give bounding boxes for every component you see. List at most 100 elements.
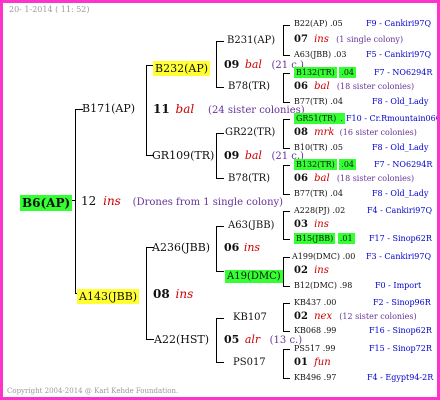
g4-node[interactable]: A228(PJ) .02	[294, 207, 345, 215]
g3-info: 06 bal (18 sister colonies)	[294, 82, 414, 92]
g3-node[interactable]: A63(JBB)	[228, 221, 274, 231]
g4-value: .99	[322, 344, 336, 353]
g4-label: KB437	[294, 298, 322, 307]
g4-right: F16 - Sinop62R	[369, 326, 432, 335]
g2-info: 05 alr (13 c.)	[224, 334, 302, 346]
connector	[283, 257, 290, 258]
g3-tag: ins	[314, 265, 329, 276]
g4-right: F8 - Old_Lady	[372, 189, 429, 198]
g1-info: 08 ins	[153, 288, 193, 300]
connector	[283, 257, 284, 287]
g2-tag: ins	[243, 241, 261, 254]
root-num: 12	[81, 194, 97, 208]
g4-node[interactable]: B77(TR) .04	[294, 190, 343, 198]
g4-value: .	[338, 113, 345, 124]
root-info: 12 ins (Drones from 1 single colony)	[81, 195, 283, 208]
g4-node[interactable]: B15(JBB) .01	[294, 233, 355, 244]
g4-right: F8 - Old_Lady	[372, 143, 429, 152]
connector	[146, 247, 147, 340]
g1-node[interactable]: A143(JBB)	[77, 287, 140, 304]
g2-info: 09 bal (21 c.)	[224, 150, 304, 162]
g4-node[interactable]: B132(TR) .04	[294, 159, 357, 170]
g4-node[interactable]: A63(JBB) .03	[294, 51, 346, 59]
connector	[283, 349, 284, 379]
g4-node[interactable]: GR51(TR).	[294, 113, 345, 124]
g4-value: .05	[330, 143, 343, 152]
g4-node[interactable]: PS517 .99	[294, 345, 335, 353]
g2-num: 06	[224, 241, 240, 254]
g3-tag: fun	[314, 357, 331, 368]
g3-node[interactable]: B78(TR)	[228, 174, 270, 184]
g3-num: 08	[294, 127, 308, 138]
g4-label: A228(PJ)	[294, 206, 330, 215]
g2-node[interactable]: A22(HST)	[154, 334, 209, 345]
connector	[283, 378, 290, 379]
g3-node[interactable]: KB107	[233, 313, 267, 323]
connector	[216, 318, 224, 319]
g4-label: B10(TR)	[294, 143, 328, 152]
g4-label: A199(DMC)	[292, 252, 341, 261]
g4-right: F7 - NO6294R	[374, 68, 433, 77]
connector	[216, 133, 217, 179]
g4-value: .04	[339, 159, 357, 170]
g3-node[interactable]: GR22(TR)	[225, 128, 275, 138]
g3-info: 07 ins (1 single colony)	[294, 35, 403, 45]
g3-info: 02 nex (12 sister colonies)	[294, 312, 417, 322]
g4-node[interactable]: KB068 .99	[294, 327, 336, 335]
g3-info: 03 ins	[294, 220, 329, 230]
connector	[283, 349, 290, 350]
g4-node[interactable]: B10(TR) .05	[294, 144, 343, 152]
g4-node[interactable]: B12(DMC) .98	[294, 282, 352, 290]
g4-value: .01	[337, 233, 355, 244]
g1-num: 08	[153, 287, 170, 301]
g1-note: (24 sister colonies)	[208, 105, 305, 116]
g3-info: 01 fun	[294, 358, 331, 368]
g4-node[interactable]: KB437 .00	[294, 299, 336, 307]
g4-value: .04	[339, 67, 357, 78]
g4-label: PS517	[294, 344, 321, 353]
g2-tag: bal	[244, 149, 262, 162]
connector	[283, 73, 290, 74]
g1-tag: bal	[175, 102, 195, 116]
g1-label: A143(JBB)	[77, 289, 140, 304]
connector	[283, 25, 284, 56]
g4-node[interactable]: B132(TR) .04	[294, 67, 357, 78]
root-label: B6(AP)	[20, 195, 73, 211]
g2-node[interactable]: B232(AP)	[153, 59, 211, 76]
footer-copyright: Copyright 2004-2014 @ Karl Kehde Foundat…	[7, 387, 179, 395]
g3-num: 06	[294, 173, 308, 184]
g4-value: .97	[323, 373, 337, 382]
g3-node[interactable]: A19(DMC)	[225, 266, 283, 283]
connector	[216, 271, 224, 272]
g1-num: 11	[153, 102, 170, 116]
connector	[283, 25, 290, 26]
g4-value: .98	[339, 281, 353, 290]
root-node[interactable]: B6(AP)	[20, 194, 73, 211]
g4-node[interactable]: B22(AP) .05	[294, 20, 343, 28]
g3-node[interactable]: B231(AP)	[227, 36, 275, 46]
connector	[216, 362, 224, 363]
g3-tag: mrk	[314, 127, 335, 138]
g3-tag: ins	[314, 219, 329, 230]
connector	[283, 211, 284, 240]
g1-node[interactable]: B171(AP)	[82, 103, 135, 114]
g4-node[interactable]: B77(TR) .04	[294, 98, 343, 106]
g2-tag: bal	[244, 58, 262, 71]
connector	[283, 165, 284, 195]
g3-label: A19(DMC)	[225, 270, 283, 283]
root-note: (Drones from 1 single colony)	[132, 197, 284, 208]
g2-node[interactable]: A236(JBB)	[152, 242, 210, 253]
g3-num: 02	[294, 311, 308, 322]
g3-tag: nex	[314, 311, 333, 322]
g2-num: 09	[224, 149, 240, 162]
g2-node[interactable]: GR109(TR)	[152, 150, 214, 161]
connector	[216, 133, 224, 134]
g4-label: B15(JBB)	[294, 233, 336, 244]
g3-node[interactable]: PS017	[233, 358, 266, 368]
g3-node[interactable]: B78(TR)	[228, 82, 270, 92]
connector	[146, 65, 147, 156]
connector	[216, 41, 217, 88]
g4-node[interactable]: KB496 .97	[294, 374, 336, 382]
g3-num: 02	[294, 265, 308, 276]
g4-node[interactable]: A199(DMC) .00	[292, 253, 355, 261]
